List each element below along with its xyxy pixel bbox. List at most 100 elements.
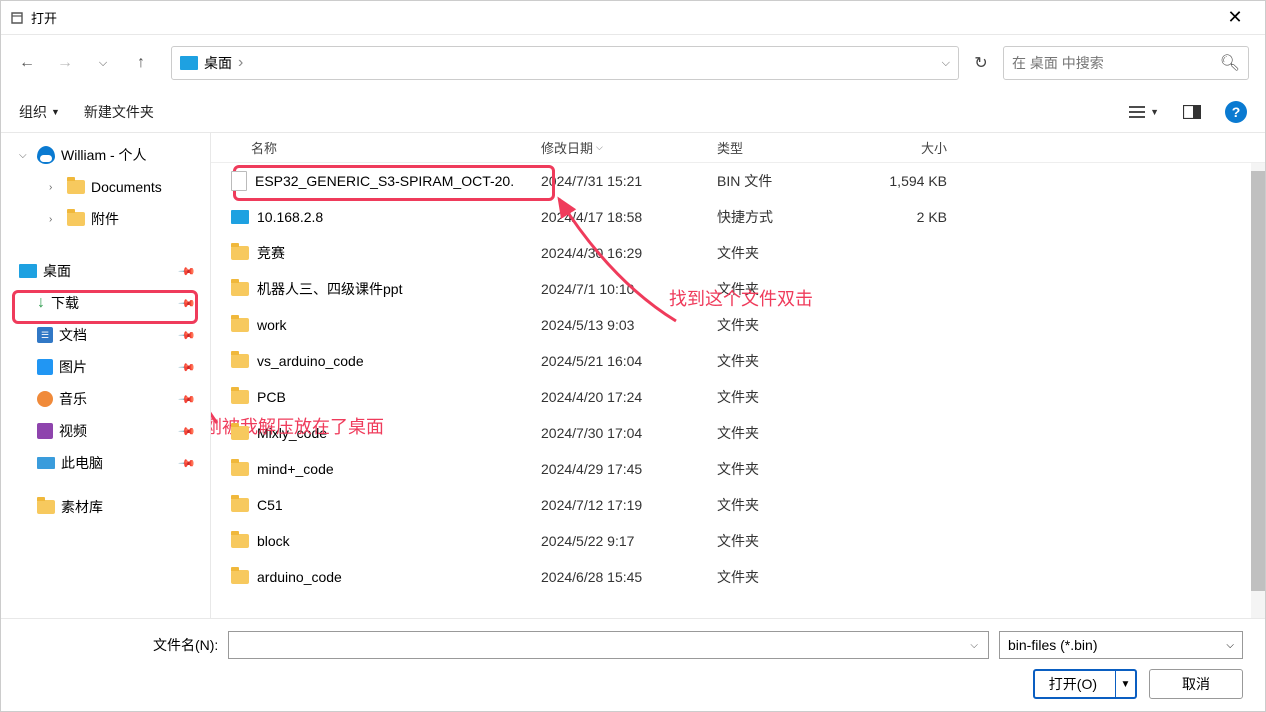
bottom-panel: 文件名(N): ⌵ bin-files (*.bin) ⌵ 打开(O) ▼ 取消 (1, 618, 1265, 711)
file-row[interactable]: ESP32_GENERIC_S3-SPIRAM_OCT-20. 2024/7/31… (211, 163, 1265, 199)
forward-button[interactable]: → (55, 53, 75, 73)
filter-select[interactable]: bin-files (*.bin) ⌵ (999, 631, 1243, 659)
cell-size: 2 KB (863, 209, 963, 225)
file-name: block (257, 533, 290, 549)
file-row[interactable]: Mixly_code 2024/7/30 17:04文件夹 (211, 415, 1265, 451)
chevron-right-icon[interactable]: › (49, 214, 61, 225)
new-folder-button[interactable]: 新建文件夹 (84, 102, 154, 122)
view-list-icon[interactable]: ▼ (1128, 105, 1159, 119)
tree-downloads[interactable]: ↓ 下载 (5, 287, 210, 319)
file-row[interactable]: C512024/7/12 17:19文件夹 (211, 487, 1265, 523)
tree-thispc[interactable]: 此电脑 (5, 447, 210, 479)
filename-input[interactable]: ⌵ (228, 631, 989, 659)
tree-label: Documents (91, 179, 162, 195)
folder-icon (231, 282, 249, 296)
up-button[interactable]: ↑ (131, 53, 151, 73)
folder-icon (231, 462, 249, 476)
cell-type: 文件夹 (717, 387, 863, 407)
file-row[interactable]: vs_arduino_code2024/5/21 16:04文件夹 (211, 343, 1265, 379)
document-icon: ☰ (37, 327, 53, 343)
file-name: 10.168.2.8 (257, 209, 323, 225)
history-dropdown[interactable]: ⌵ (93, 53, 113, 73)
file-row[interactable]: arduino_code2024/6/28 15:45文件夹 (211, 559, 1265, 595)
filename-dropdown-icon[interactable]: ⌵ (970, 640, 982, 651)
file-row[interactable]: PCB2024/4/20 17:24文件夹 (211, 379, 1265, 415)
file-row[interactable]: 10.168.2.82024/4/17 18:58快捷方式2 KB (211, 199, 1265, 235)
cell-date: 2024/7/12 17:19 (541, 497, 717, 513)
organize-menu[interactable]: 组织▼ (19, 102, 60, 122)
cell-type: 文件夹 (717, 495, 863, 515)
open-dropdown-icon[interactable]: ▼ (1115, 671, 1135, 697)
tree-materials[interactable]: 素材库 (5, 491, 210, 523)
open-button-label: 打开(O) (1035, 674, 1111, 694)
folder-icon (231, 498, 249, 512)
tree-onedrive[interactable]: ⌵ William - 个人 (5, 139, 210, 171)
address-bar[interactable]: 桌面 › ⌵ (171, 46, 959, 80)
filename-row: 文件名(N): ⌵ bin-files (*.bin) ⌵ (23, 631, 1243, 659)
refresh-button[interactable]: ↻ (971, 53, 991, 73)
cell-name: vs_arduino_code (211, 353, 541, 369)
header-type[interactable]: 类型 (717, 138, 863, 157)
cell-date: 2024/5/22 9:17 (541, 533, 717, 549)
tree-documents[interactable]: › Documents (5, 171, 210, 203)
cancel-button[interactable]: 取消 (1149, 669, 1243, 699)
body: ⌵ William - 个人 › Documents › 附件 桌面 ↓ (1, 133, 1265, 618)
cell-date: 2024/7/31 15:21 (541, 173, 717, 189)
file-name: Mixly_code (257, 425, 327, 441)
cell-name: 竞赛 (211, 243, 541, 263)
tree-videos[interactable]: 视频 (5, 415, 210, 447)
tree-label: 此电脑 (61, 453, 103, 473)
nav-row: ← → ⌵ ↑ 桌面 › ⌵ ↻ 🔍︎ (1, 35, 1265, 91)
address-dropdown[interactable]: ⌵ (942, 57, 950, 70)
cell-name: Mixly_code (211, 425, 541, 441)
cell-name: C51 (211, 497, 541, 513)
cell-name: arduino_code (211, 569, 541, 585)
desktop-icon (180, 56, 198, 70)
cell-type: 文件夹 (717, 459, 863, 479)
tree-desktop[interactable]: 桌面 (5, 255, 210, 287)
file-name: work (257, 317, 287, 333)
file-row[interactable]: 机器人三、四级课件ppt2024/7/1 10:10文件夹 (211, 271, 1265, 307)
header-name[interactable]: 名称⌵ (211, 138, 541, 157)
tree-music[interactable]: 音乐 (5, 383, 210, 415)
close-button[interactable]: ✕ (1213, 7, 1257, 28)
chevron-right-icon[interactable]: › (49, 182, 61, 193)
cell-date: 2024/5/21 16:04 (541, 353, 717, 369)
cell-type: 文件夹 (717, 567, 863, 587)
file-row[interactable]: work2024/5/13 9:03文件夹 (211, 307, 1265, 343)
help-button[interactable]: ? (1225, 101, 1247, 123)
search-icon[interactable]: 🔍︎ (1220, 53, 1240, 73)
tree-docs[interactable]: ☰ 文档 (5, 319, 210, 351)
search-input[interactable] (1012, 55, 1220, 71)
scrollbar-thumb[interactable] (1251, 171, 1265, 591)
pc-icon (37, 457, 55, 469)
tree-attachments[interactable]: › 附件 (5, 203, 210, 235)
cell-date: 2024/4/17 18:58 (541, 209, 717, 225)
file-row[interactable]: mind+_code2024/4/29 17:45文件夹 (211, 451, 1265, 487)
header-size[interactable]: 大小 (863, 138, 963, 157)
breadcrumb-desktop[interactable]: 桌面 (204, 53, 232, 73)
open-button[interactable]: 打开(O) ▼ (1033, 669, 1137, 699)
folder-icon (231, 354, 249, 368)
chevron-down-icon[interactable]: ⌵ (19, 150, 31, 161)
cell-name: 机器人三、四级课件ppt (211, 279, 541, 299)
file-row[interactable]: 竞赛2024/4/30 16:29文件夹 (211, 235, 1265, 271)
music-icon (37, 391, 53, 407)
window-title: 打开 (31, 8, 1213, 27)
tree-pictures[interactable]: 图片 (5, 351, 210, 383)
cell-date: 2024/7/30 17:04 (541, 425, 717, 441)
toolbar: 组织▼ 新建文件夹 ▼ ? (1, 91, 1265, 133)
back-button[interactable]: ← (17, 53, 37, 73)
desktop-icon (19, 264, 37, 278)
preview-pane-icon[interactable] (1183, 105, 1201, 119)
file-name: 竞赛 (257, 243, 285, 263)
cell-type: 文件夹 (717, 423, 863, 443)
file-row[interactable]: block2024/5/22 9:17文件夹 (211, 523, 1265, 559)
scrollbar[interactable] (1251, 163, 1265, 618)
filter-value: bin-files (*.bin) (1008, 637, 1097, 653)
chevron-down-icon: ⌵ (1226, 640, 1234, 651)
file-name: ESP32_GENERIC_S3-SPIRAM_OCT-20. (255, 173, 514, 189)
header-date[interactable]: 修改日期 (541, 138, 717, 157)
file-list: 找到这个文件双击 刚刚被我解压放在了桌面 ESP32_GENERIC_S3-SP… (211, 163, 1265, 618)
search-box[interactable]: 🔍︎ (1003, 46, 1249, 80)
